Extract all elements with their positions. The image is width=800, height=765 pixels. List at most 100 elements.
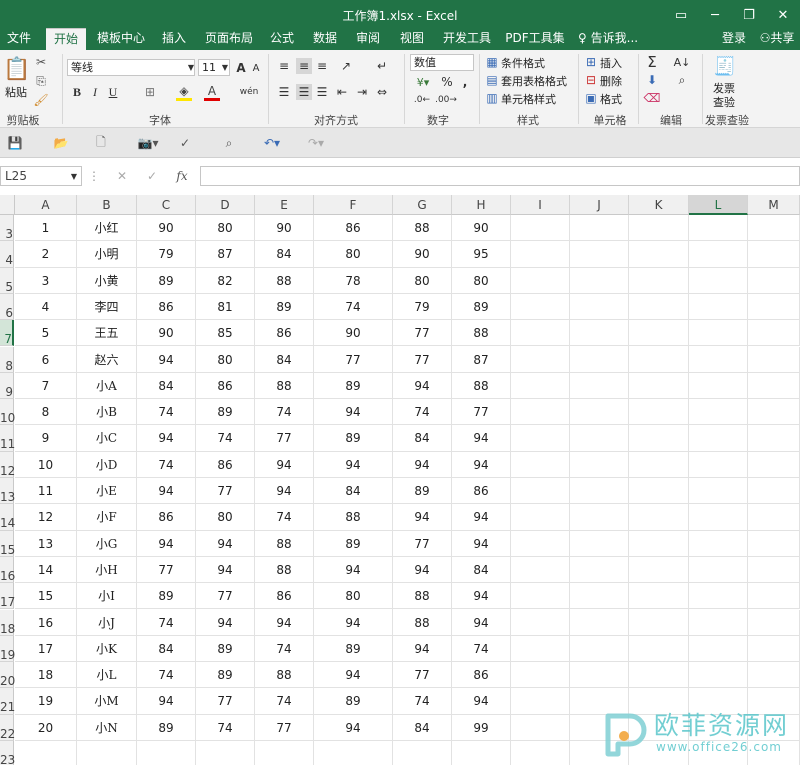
sort-filter-icon[interactable]: A↓ (672, 54, 692, 70)
cell[interactable]: 74 (137, 662, 196, 689)
cell[interactable]: 89 (196, 662, 255, 689)
cell[interactable] (629, 609, 689, 636)
cell[interactable] (689, 241, 748, 268)
cell[interactable]: 89 (137, 267, 196, 294)
cell[interactable]: 84 (255, 241, 314, 268)
cell[interactable]: 89 (314, 372, 393, 400)
cell[interactable]: 94 (137, 425, 196, 452)
cell[interactable]: 小C (77, 425, 137, 452)
cell[interactable] (629, 583, 689, 610)
orientation-icon[interactable]: ↗ (336, 58, 356, 74)
delete-cells-button[interactable]: 删除 (600, 73, 622, 89)
borders-icon[interactable]: ⊞ (142, 84, 158, 100)
row-header[interactable]: 22 (0, 714, 15, 741)
cell[interactable]: 80 (196, 504, 255, 531)
cell[interactable] (511, 346, 570, 373)
cell[interactable]: 77 (393, 346, 452, 373)
minimize-icon[interactable]: ─ (698, 0, 732, 30)
cell[interactable] (689, 399, 748, 426)
column-header[interactable]: D (196, 195, 255, 215)
more-options-icon[interactable]: ⋮ (88, 168, 100, 184)
row-header[interactable]: 14 (0, 504, 15, 531)
cell[interactable]: 88 (393, 609, 452, 636)
format-cells-button[interactable]: 格式 (600, 91, 622, 107)
cell[interactable] (689, 293, 748, 321)
font-name-select[interactable]: 等线 (67, 59, 195, 76)
cell[interactable]: 13 (15, 530, 77, 557)
cell[interactable]: 77 (393, 530, 452, 557)
cell[interactable]: 94 (452, 609, 511, 636)
cell[interactable] (570, 609, 629, 636)
cell[interactable] (570, 399, 629, 426)
cell[interactable] (689, 346, 748, 373)
cell[interactable]: 94 (196, 556, 255, 584)
cell[interactable]: 94 (393, 372, 452, 400)
row-header[interactable]: 6 (0, 293, 14, 321)
cell[interactable] (748, 609, 800, 636)
cell[interactable]: 10 (15, 451, 77, 478)
tab-page-layout[interactable]: 页面布局 (201, 28, 257, 50)
cell[interactable] (748, 504, 800, 531)
row-header[interactable]: 12 (0, 451, 15, 478)
cell[interactable]: 89 (196, 635, 255, 663)
invoice-check-icon[interactable]: 🧾 (712, 54, 738, 78)
cell[interactable] (629, 530, 689, 557)
cell[interactable]: 74 (196, 714, 255, 741)
cell[interactable]: 李四 (77, 293, 137, 321)
cell[interactable]: 84 (452, 556, 511, 584)
share-button[interactable]: ⚇共享 (755, 28, 799, 50)
cell[interactable]: 84 (255, 346, 314, 373)
cell[interactable]: 86 (314, 215, 393, 242)
cell[interactable]: 88 (314, 504, 393, 531)
cell[interactable] (689, 530, 748, 557)
comma-style-icon[interactable]: , (458, 74, 472, 90)
cell[interactable] (629, 293, 689, 321)
bold-button[interactable]: B (70, 84, 84, 100)
cell[interactable]: 小明 (77, 241, 137, 268)
row-header[interactable]: 7 (0, 320, 14, 347)
cell[interactable] (748, 399, 800, 426)
cell[interactable] (314, 741, 393, 765)
row-header[interactable]: 10 (0, 399, 15, 426)
cell[interactable] (629, 320, 689, 347)
number-format-select[interactable]: 数值 (410, 54, 474, 71)
cell[interactable]: 88 (393, 215, 452, 242)
cell[interactable] (570, 346, 629, 373)
close-icon[interactable]: ✕ (766, 0, 800, 30)
row-header[interactable]: 23 (0, 741, 15, 765)
tab-pdf-tools[interactable]: PDF工具集 (504, 28, 566, 50)
cell[interactable] (570, 662, 629, 689)
cell[interactable]: 94 (196, 530, 255, 557)
insert-cells-button[interactable]: 插入 (600, 55, 622, 71)
cell[interactable]: 小A (77, 372, 137, 400)
cell[interactable]: 94 (452, 451, 511, 478)
cell[interactable] (629, 556, 689, 584)
cell[interactable]: 94 (452, 688, 511, 715)
cell[interactable] (570, 320, 629, 347)
column-header[interactable]: H (452, 195, 511, 215)
row-header[interactable]: 3 (0, 215, 14, 242)
cell[interactable]: 80 (196, 346, 255, 373)
italic-button[interactable]: I (88, 84, 102, 100)
cell[interactable]: 89 (137, 583, 196, 610)
ribbon-display-icon[interactable]: ▭ (664, 0, 698, 30)
row-header[interactable]: 19 (0, 635, 15, 663)
delete-cells-icon[interactable]: ⊟ (584, 73, 598, 87)
cell[interactable] (748, 662, 800, 689)
cell[interactable]: 12 (15, 504, 77, 531)
cell[interactable]: 86 (137, 293, 196, 321)
print-preview-icon[interactable]: ⌕ (220, 134, 238, 152)
cell[interactable] (511, 320, 570, 347)
cell[interactable] (393, 741, 452, 765)
cell[interactable] (629, 267, 689, 294)
cell[interactable] (511, 267, 570, 294)
paste-label[interactable]: 粘贴 (5, 84, 27, 100)
cell[interactable]: 小D (77, 451, 137, 478)
cell[interactable]: 小H (77, 556, 137, 584)
cell[interactable]: 89 (452, 293, 511, 321)
decrease-font-icon[interactable]: A (250, 60, 262, 77)
cell[interactable]: 74 (255, 504, 314, 531)
cell[interactable]: 7 (15, 372, 77, 400)
font-color-icon[interactable]: A (204, 83, 220, 101)
cell[interactable]: 74 (137, 399, 196, 426)
